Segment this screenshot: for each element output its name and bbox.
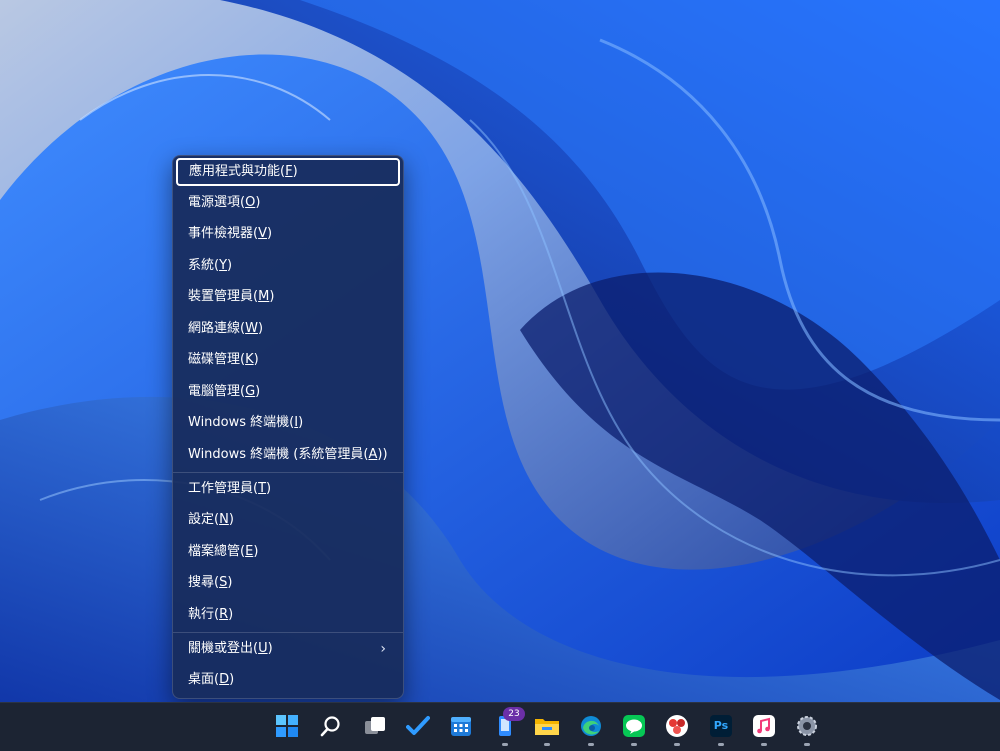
menu-item-event-viewer[interactable]: 事件檢視器(V) — [176, 220, 400, 248]
menu-item-label: 應用程式與功能 — [189, 164, 281, 179]
running-indicator — [502, 743, 508, 746]
menu-item-label: 工作管理員 — [188, 481, 254, 496]
menu-item-accelerator: O — [245, 195, 256, 210]
menu-item-disk-management[interactable]: 磁碟管理(K) — [176, 346, 400, 374]
menu-item-label-suffix: ) — [382, 447, 388, 462]
app-button[interactable] — [662, 711, 692, 746]
menu-separator — [173, 472, 403, 473]
taskbar: 23 Ps — [0, 702, 1000, 751]
menu-item-label: 事件檢視器 — [188, 226, 254, 241]
menu-item-label: 電腦管理 — [188, 384, 241, 399]
menu-item-accelerator: A — [368, 447, 378, 462]
menu-item-label: 搜尋 — [188, 575, 215, 590]
search-icon — [320, 716, 340, 737]
line-app-button[interactable] — [619, 711, 649, 746]
edge-icon — [581, 716, 601, 736]
running-indicator — [718, 743, 724, 746]
todo-app-button[interactable] — [403, 711, 433, 741]
menu-item-label: Windows 終端機 (系統管理員 — [188, 447, 364, 462]
settings-icon — [797, 716, 817, 736]
task-view-icon — [365, 717, 385, 734]
running-indicator — [544, 743, 550, 746]
menu-item-accelerator: N — [219, 512, 229, 527]
menu-item-accelerator: E — [245, 544, 254, 559]
file-explorer-button[interactable] — [532, 711, 562, 746]
running-indicator — [631, 743, 637, 746]
chevron-right-icon: › — [380, 641, 386, 657]
edge-browser-button[interactable] — [576, 711, 606, 746]
start-button[interactable] — [272, 711, 302, 741]
itunes-button[interactable] — [749, 711, 779, 746]
running-indicator — [674, 743, 680, 746]
file-explorer-icon — [535, 719, 559, 735]
menu-item-label: 檔案總管 — [188, 544, 241, 559]
menu-item-accelerator: G — [245, 384, 256, 399]
menu-item-accelerator: T — [258, 481, 267, 496]
photoshop-label: Ps — [713, 719, 729, 732]
desktop-wallpaper — [0, 0, 1000, 750]
menu-item-system[interactable]: 系統(Y) — [176, 252, 400, 280]
menu-item-accelerator: U — [258, 641, 268, 656]
menu-item-accelerator: V — [258, 226, 267, 241]
menu-item-computer-management[interactable]: 電腦管理(G) — [176, 378, 400, 406]
menu-item-desktop[interactable]: 桌面(D) — [176, 666, 400, 694]
menu-item-device-manager[interactable]: 裝置管理員(M) — [176, 283, 400, 311]
menu-item-search[interactable]: 搜尋(S) — [176, 569, 400, 597]
menu-item-label: 電源選項 — [188, 195, 241, 210]
menu-item-accelerator: F — [285, 164, 293, 179]
menu-item-accelerator: R — [219, 607, 229, 622]
menu-item-label: 裝置管理員 — [188, 289, 254, 304]
menu-item-accelerator: Y — [219, 258, 228, 273]
menu-item-accelerator: W — [245, 321, 258, 336]
menu-item-label: 系統 — [188, 258, 215, 273]
menu-item-label: 網路連線 — [188, 321, 241, 336]
todo-icon — [406, 716, 430, 735]
menu-item-label: 執行 — [188, 607, 215, 622]
windows-start-icon — [276, 715, 298, 737]
app-icon — [666, 715, 688, 737]
menu-item-apps-and-features[interactable]: 應用程式與功能(F) — [176, 158, 400, 186]
menu-item-label: 關機或登出 — [188, 641, 254, 656]
menu-item-accelerator: D — [219, 672, 230, 687]
menu-item-label: 設定 — [188, 512, 215, 527]
menu-item-windows-terminal[interactable]: Windows 終端機(I) — [176, 409, 400, 437]
menu-item-label: 桌面 — [188, 672, 215, 687]
menu-item-power-options[interactable]: 電源選項(O) — [176, 189, 400, 217]
winx-context-menu: 應用程式與功能(F) 電源選項(O) 事件檢視器(V) 系統(Y) 裝置管理員(… — [172, 155, 404, 699]
menu-item-accelerator: S — [219, 575, 228, 590]
calendar-app-button[interactable] — [446, 711, 476, 741]
menu-item-network-connections[interactable]: 網路連線(W) — [176, 315, 400, 343]
search-button[interactable] — [316, 711, 346, 741]
menu-item-shutdown-or-sign-out[interactable]: 關機或登出(U) › — [176, 635, 400, 663]
menu-item-accelerator: K — [245, 352, 254, 367]
running-indicator — [761, 743, 767, 746]
menu-item-task-manager[interactable]: 工作管理員(T) — [176, 475, 400, 503]
calendar-icon — [451, 717, 471, 736]
menu-item-label: Windows 終端機 — [188, 415, 290, 430]
menu-item-file-explorer[interactable]: 檔案總管(E) — [176, 538, 400, 566]
notification-badge: 23 — [503, 707, 525, 721]
itunes-icon — [753, 715, 775, 737]
menu-item-accelerator: I — [294, 415, 299, 430]
menu-separator — [173, 632, 403, 633]
menu-item-run[interactable]: 執行(R) — [176, 601, 400, 629]
photoshop-button[interactable]: Ps — [706, 711, 736, 746]
menu-item-label: 磁碟管理 — [188, 352, 241, 367]
running-indicator — [804, 743, 810, 746]
settings-button[interactable] — [792, 711, 822, 746]
menu-item-accelerator: M — [258, 289, 270, 304]
line-icon — [623, 715, 645, 737]
menu-item-settings[interactable]: 設定(N) — [176, 506, 400, 534]
running-indicator — [588, 743, 594, 746]
menu-item-windows-terminal-admin[interactable]: Windows 終端機 (系統管理員(A)) — [176, 441, 400, 469]
task-view-button[interactable] — [360, 711, 390, 741]
store-app-button[interactable]: 23 — [490, 707, 525, 746]
